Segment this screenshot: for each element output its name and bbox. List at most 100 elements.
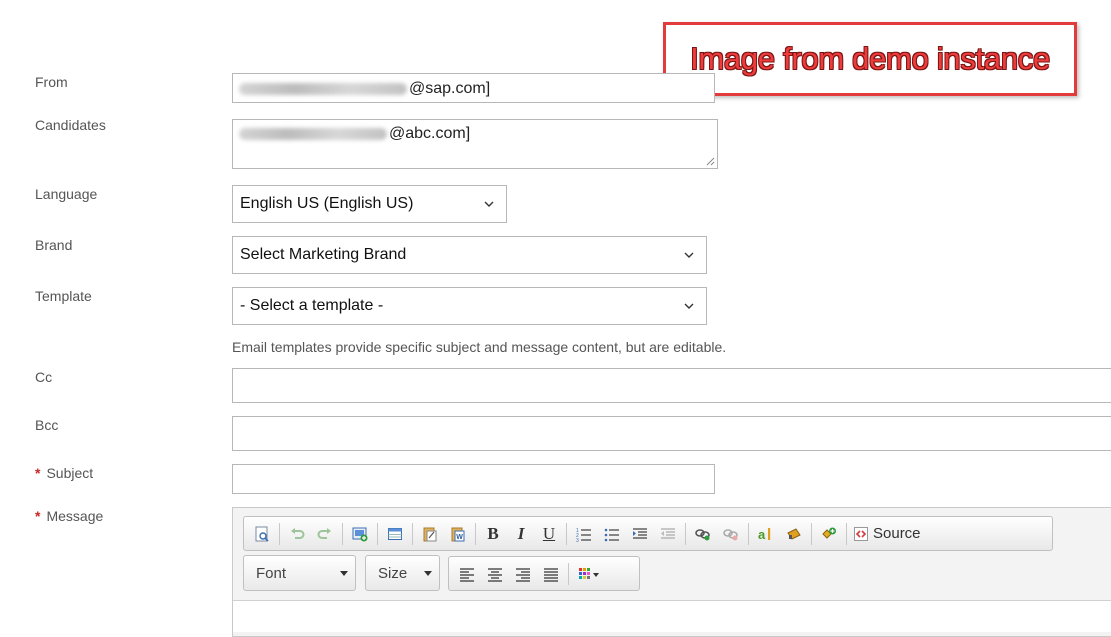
paste-word-icon: W — [451, 527, 465, 541]
template-select[interactable]: - Select a template - — [232, 287, 707, 325]
numbered-list-button[interactable]: 123 — [570, 521, 598, 547]
bulleted-list-icon — [604, 528, 619, 541]
subject-input[interactable] — [232, 464, 715, 494]
language-value: English US (English US) — [240, 195, 414, 212]
toolbar-separator — [475, 522, 476, 545]
bold-icon: B — [487, 523, 499, 543]
from-field[interactable]: @sap.com] — [232, 73, 715, 103]
color-palette-icon — [579, 567, 599, 579]
underline-icon: U — [542, 523, 556, 543]
text-color-button[interactable] — [572, 561, 606, 587]
redo-icon — [317, 527, 331, 539]
svg-text:a: a — [758, 527, 766, 542]
template-hint: Email templates provide specific subject… — [232, 339, 727, 355]
size-combo-label: Size — [378, 564, 408, 582]
align-right-button[interactable] — [509, 561, 537, 587]
italic-icon: I — [517, 523, 525, 543]
source-button[interactable]: Source — [850, 521, 924, 547]
editor-toolbar-row-1: W B I U 123 a Source — [243, 516, 1053, 551]
align-center-icon — [488, 567, 502, 582]
toolbar-separator — [846, 522, 847, 545]
demo-banner-text: Image from demo instance — [690, 41, 1050, 76]
editor-toolbar-row-2 — [448, 556, 640, 591]
template-label: Template — [35, 288, 92, 304]
paste-word-button[interactable]: W — [444, 521, 472, 547]
required-marker: * — [35, 508, 41, 524]
font-combo-label: Font — [256, 564, 287, 582]
unlink-button[interactable] — [717, 521, 745, 547]
italic-button[interactable]: I — [507, 521, 535, 547]
image-icon — [352, 527, 368, 541]
subject-label-text: Subject — [46, 465, 94, 481]
toolbar-separator — [811, 522, 812, 545]
underline-button[interactable]: U — [535, 521, 563, 547]
toolbar-separator — [342, 522, 343, 545]
insert-image-button[interactable] — [346, 521, 374, 547]
message-label-text: Message — [46, 508, 104, 524]
remove-format-button[interactable] — [780, 521, 808, 547]
preview-button[interactable] — [248, 521, 276, 547]
message-body[interactable] — [233, 600, 1111, 632]
indent-icon — [633, 527, 647, 539]
source-label: Source — [873, 525, 921, 542]
align-center-button[interactable] — [481, 561, 509, 587]
svg-text:3: 3 — [576, 538, 579, 542]
outdent-icon — [661, 527, 675, 539]
link-icon — [695, 528, 710, 540]
bulleted-list-button[interactable] — [598, 521, 626, 547]
candidates-value: @abc.com] — [389, 125, 471, 142]
outdent-button[interactable] — [654, 521, 682, 547]
preview-icon — [255, 526, 269, 542]
unlink-icon — [723, 528, 738, 540]
from-value: @sap.com] — [409, 80, 491, 97]
eraser-icon — [787, 527, 801, 540]
align-right-icon — [516, 567, 530, 582]
toolbar-separator — [685, 522, 686, 545]
template-value: - Select a template - — [240, 297, 384, 314]
from-label: From — [35, 74, 68, 90]
table-icon — [388, 527, 402, 540]
brand-label: Brand — [35, 237, 73, 253]
cc-input[interactable] — [232, 368, 1111, 403]
toolbar-separator — [566, 522, 567, 545]
add-field-icon — [822, 527, 836, 539]
bold-button[interactable]: B — [479, 521, 507, 547]
numbered-list-icon: 123 — [576, 528, 591, 542]
candidates-field[interactable]: @abc.com] — [232, 119, 718, 169]
toolbar-separator — [748, 522, 749, 545]
align-left-button[interactable] — [453, 561, 481, 587]
link-button[interactable] — [689, 521, 717, 547]
redacted-name — [239, 127, 387, 140]
language-select[interactable]: English US (English US) — [232, 185, 507, 223]
dropdown-arrow-icon — [340, 571, 348, 576]
redo-button[interactable] — [311, 521, 339, 547]
toolbar-separator — [412, 522, 413, 545]
indent-button[interactable] — [626, 521, 654, 547]
chevron-down-icon — [484, 201, 494, 207]
candidates-label: Candidates — [35, 117, 106, 133]
font-combo[interactable]: Font — [243, 555, 356, 591]
brand-value: Select Marketing Brand — [240, 246, 407, 263]
message-label: * Message — [35, 508, 103, 524]
insert-field-button[interactable] — [815, 521, 843, 547]
size-combo[interactable]: Size — [365, 555, 440, 591]
undo-button[interactable] — [283, 521, 311, 547]
svg-text:W: W — [456, 534, 463, 541]
language-label: Language — [35, 186, 98, 202]
brand-select[interactable]: Select Marketing Brand — [232, 236, 707, 274]
cc-label: Cc — [35, 369, 53, 385]
insert-table-button[interactable] — [381, 521, 409, 547]
toolbar-separator — [279, 522, 280, 545]
spellcheck-button[interactable]: a — [752, 521, 780, 547]
bcc-input[interactable] — [232, 416, 1111, 451]
resize-handle-icon[interactable] — [706, 157, 715, 166]
source-code-icon — [854, 526, 868, 541]
toolbar-separator — [377, 522, 378, 545]
demo-instance-banner: Image from demo instance — [663, 22, 1077, 96]
justify-button[interactable] — [537, 561, 565, 587]
align-left-icon — [460, 567, 474, 582]
paste-text-button[interactable] — [416, 521, 444, 547]
bcc-label: Bcc — [35, 417, 59, 433]
subject-label: * Subject — [35, 465, 93, 481]
paste-text-icon — [423, 527, 437, 541]
